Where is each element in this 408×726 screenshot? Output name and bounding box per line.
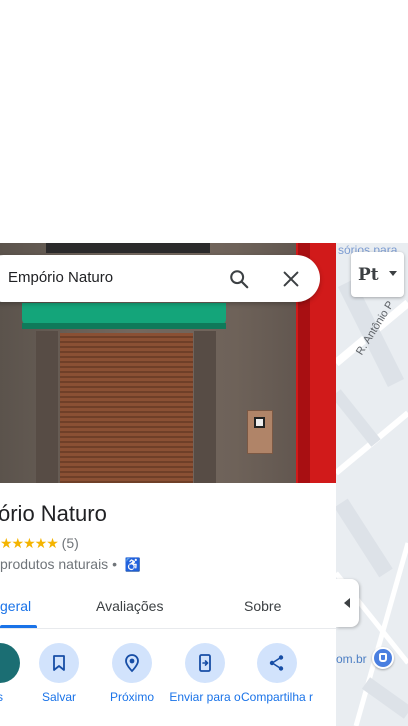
review-count: (5) <box>61 535 79 551</box>
collapse-panel-button[interactable] <box>336 579 359 627</box>
place-info-panel: ório Naturo ★★★★★ (5) produtos naturais … <box>0 483 336 726</box>
blank-top-area <box>0 0 408 243</box>
tab-active-indicator <box>0 625 37 628</box>
tab-reviews[interactable]: Avaliações <box>96 598 163 614</box>
chevron-down-icon <box>389 271 397 276</box>
nearby-button[interactable]: Próximo <box>97 641 167 726</box>
tab-overview[interactable]: geral <box>0 598 31 614</box>
chevron-left-icon <box>344 598 350 608</box>
wheelchair-icon: ♿ <box>124 557 142 572</box>
bookmark-icon <box>53 655 65 671</box>
layers-label: Pt <box>358 265 379 285</box>
place-tabs: geral Avaliações Sobre <box>0 586 336 629</box>
map-web-label: om.br <box>336 652 367 666</box>
search-box[interactable]: Empório Naturo <box>0 255 320 302</box>
search-input[interactable]: Empório Naturo <box>8 269 113 286</box>
shopping-pin-icon[interactable] <box>372 647 394 669</box>
tab-about[interactable]: Sobre <box>244 598 281 614</box>
layers-button[interactable]: Pt <box>351 252 404 297</box>
separator-dot: • <box>112 556 117 572</box>
star-rating: ★★★★★ <box>0 535 59 551</box>
rating-row[interactable]: ★★★★★ (5) <box>0 535 79 552</box>
directions-icon <box>0 643 20 683</box>
action-bar: s Salvar Próximo Enviar para o Compartil… <box>0 641 336 726</box>
search-icon[interactable] <box>228 268 250 290</box>
save-button[interactable]: Salvar <box>24 641 94 726</box>
place-title: ório Naturo <box>0 501 107 526</box>
map-view[interactable]: sórios para R. Antônio P om.br <box>336 243 408 726</box>
share-button[interactable]: Compartilha r <box>241 641 313 726</box>
category-row: produtos naturais • ♿ <box>0 556 141 573</box>
place-category: produtos naturais <box>0 556 109 572</box>
close-icon[interactable] <box>280 268 302 290</box>
nearby-icon <box>125 654 139 673</box>
share-icon <box>269 655 284 671</box>
send-to-phone-button[interactable]: Enviar para o <box>169 641 241 726</box>
send-to-phone-icon <box>199 654 211 672</box>
